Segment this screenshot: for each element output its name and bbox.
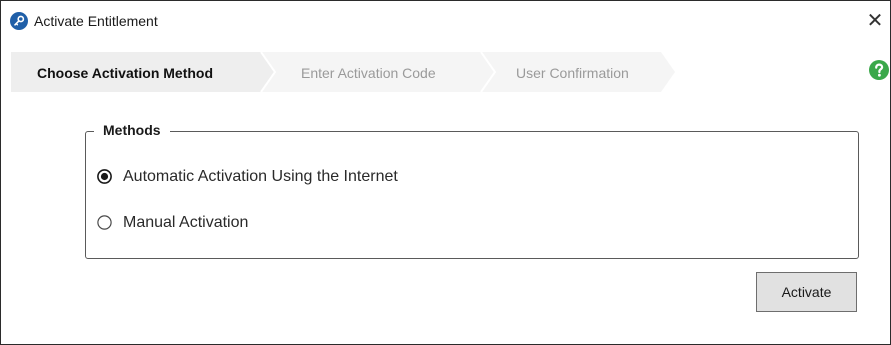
window-title: Activate Entitlement <box>34 13 158 29</box>
key-icon <box>10 12 28 30</box>
activate-button[interactable]: Activate <box>756 272 857 312</box>
wizard-steps: Choose Activation Method Enter Activatio… <box>11 52 691 92</box>
radio-automatic-activation[interactable]: Automatic Activation Using the Internet <box>97 166 437 188</box>
step-enter-activation-code: Enter Activation Code <box>301 65 436 81</box>
help-icon[interactable] <box>869 60 889 80</box>
step-user-confirmation: User Confirmation <box>516 65 629 81</box>
close-button[interactable]: ✕ <box>860 5 890 37</box>
radio-manual-activation[interactable]: Manual Activation <box>97 212 287 234</box>
step-choose-activation-method: Choose Activation Method <box>37 65 214 81</box>
radio-automatic-label: Automatic Activation Using the Internet <box>123 168 398 185</box>
radio-manual-label: Manual Activation <box>123 214 249 231</box>
activate-entitlement-dialog: Activate Entitlement ✕ Choose Activation… <box>0 0 891 345</box>
methods-legend: Methods <box>94 120 170 140</box>
radio-unselected-icon[interactable] <box>97 215 112 230</box>
methods-groupbox <box>85 131 859 259</box>
title-bar: Activate Entitlement ✕ <box>1 1 890 41</box>
close-icon: ✕ <box>866 10 884 32</box>
radio-selected-icon[interactable] <box>97 169 112 184</box>
